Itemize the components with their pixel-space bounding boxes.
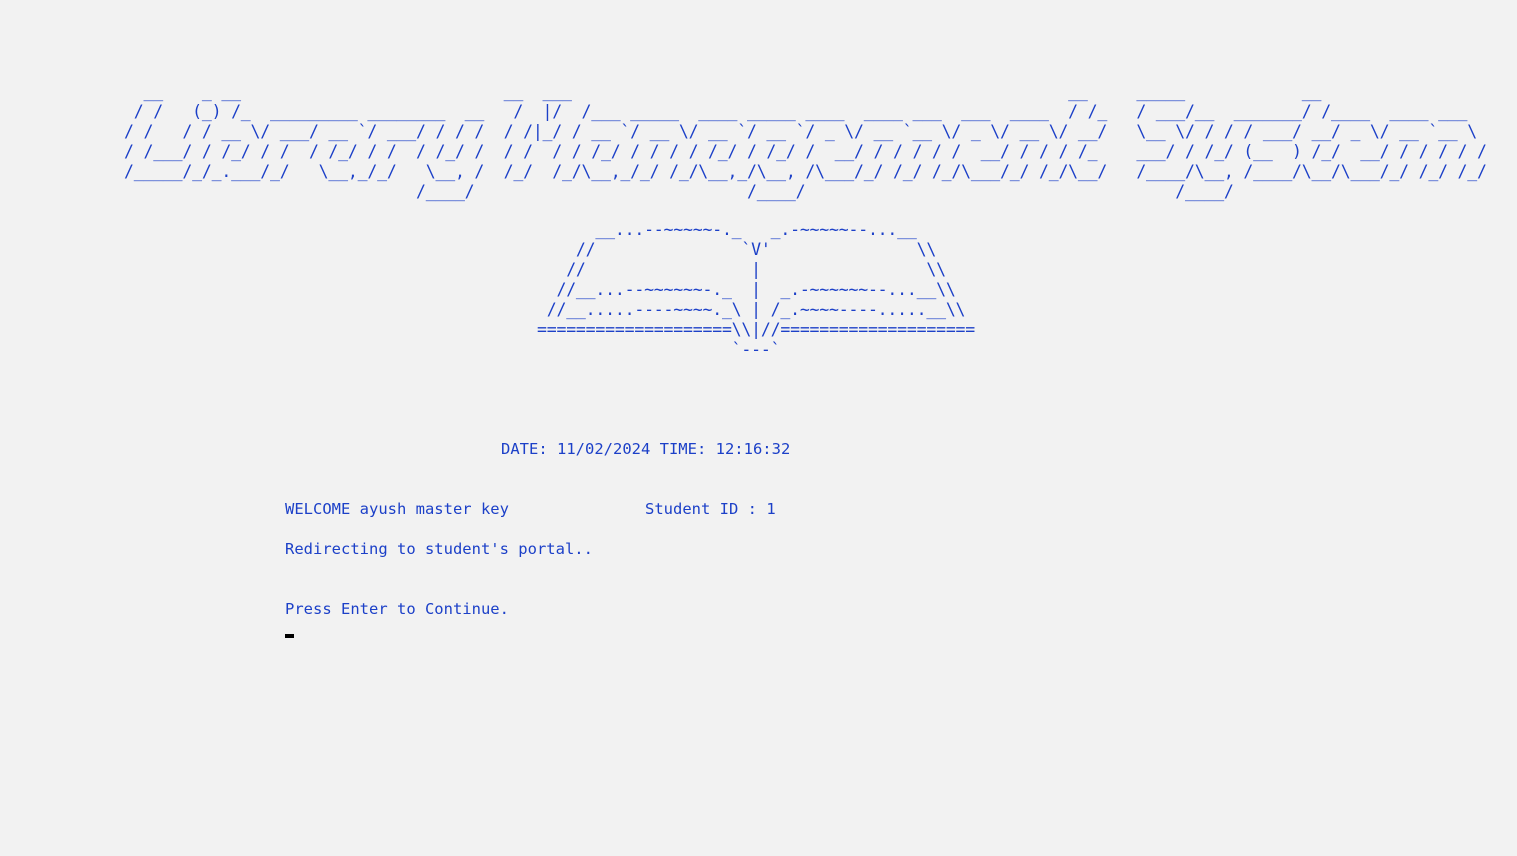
redirect-message: Redirecting to student's portal.. xyxy=(285,540,593,558)
student-id-label: Student ID : 1 xyxy=(645,500,776,518)
welcome-message: WELCOME ayush master key xyxy=(285,500,509,518)
continue-prompt: Press Enter to Continue. xyxy=(285,600,509,618)
library-management-system-banner: __ _ __ __ ___ __ _____ __ / / (_) /_ __… xyxy=(124,82,1487,201)
console-window[interactable]: __ _ __ __ ___ __ _____ __ / / (_) /_ __… xyxy=(0,0,1517,856)
text-cursor[interactable] xyxy=(285,634,294,638)
date-time-readout: DATE: 11/02/2024 TIME: 12:16:32 xyxy=(501,440,791,458)
open-book-ascii-art: __...--~~~~~-._ _.-~~~~~--...__ // `V' \… xyxy=(537,220,976,359)
